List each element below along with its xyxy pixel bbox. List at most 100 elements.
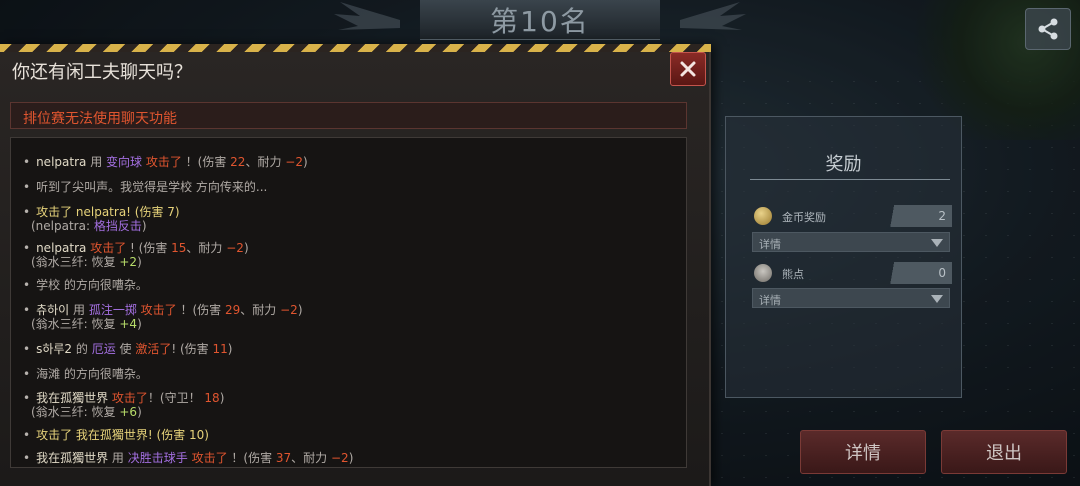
message-segment: 37 <box>275 451 292 465</box>
detail-button[interactable]: 详情 <box>800 430 926 474</box>
message-segment: 攻击了 nelpatra! (伤害 7) <box>36 205 180 219</box>
message-segment: −2 <box>280 303 298 317</box>
bear-reward-row: 熊点 0 <box>754 262 952 286</box>
chat-message: • 听到了尖叫声。我觉得是学校 方向传来的... <box>23 180 267 194</box>
message-segment: −2 <box>226 241 244 255</box>
message-segment: ) <box>141 219 147 233</box>
message-bullet: • <box>23 391 31 405</box>
message-segment: 攻击了 我在孤獨世界! (伤害 10) <box>36 428 209 442</box>
message-segment: ) <box>243 241 249 255</box>
message-segment: 用 <box>86 155 107 169</box>
message-segment: 激活了 <box>135 342 172 356</box>
chat-log[interactable]: • nelpatra 用 变向球 攻击了 ！(伤害 22、耐力 −2) • 听到了尖叫… <box>10 137 687 468</box>
message-bullet: • <box>23 241 31 255</box>
message-segment: ) <box>297 303 303 317</box>
rank-title: 第10名 <box>490 4 590 38</box>
message-segment: 22 <box>230 155 246 169</box>
message-bullet: • <box>23 278 31 292</box>
message-segment: −2 <box>331 451 349 465</box>
message-segment: 攻击了 <box>142 155 182 169</box>
message-segment: 18 <box>204 391 220 405</box>
message-segment: 格挡反击 <box>93 219 142 233</box>
message-bullet: • <box>23 342 31 356</box>
chat-notice-text: 排位赛无法使用聊天功能 <box>23 111 177 127</box>
share-icon <box>1038 18 1058 40</box>
message-subline: (翁水三纤: 恢复 +4) <box>23 317 303 331</box>
message-bullet: • <box>23 367 31 381</box>
message-subline: (翁水三纤: 恢复 +6) <box>23 405 224 419</box>
gold-reward-row: 金币奖励 2 <box>754 205 952 229</box>
message-segment: 、耐力 <box>245 155 286 169</box>
message-segment: ) <box>137 255 142 269</box>
message-segment: 攻击了 <box>187 451 228 465</box>
message-bullet: • <box>23 205 31 219</box>
message-bullet: • <box>23 451 31 465</box>
exit-button[interactable]: 退出 <box>941 430 1067 474</box>
message-segment: +2 <box>119 255 138 269</box>
detail-button-label: 详情 <box>845 443 881 464</box>
hazard-stripe <box>0 44 711 52</box>
message-segment: ) <box>137 405 142 419</box>
message-segment: ！(伤害 <box>176 303 225 317</box>
reward-panel: 奖励 金币奖励 2 详情 熊点 0 详情 <box>725 116 962 398</box>
gold-detail-dropdown[interactable]: 详情 <box>752 232 950 252</box>
message-segment: 攻击了 <box>136 303 177 317</box>
message-segment: 厄运 <box>91 342 116 356</box>
gold-detail-label: 详情 <box>759 238 781 251</box>
bear-detail-label: 详情 <box>759 294 781 307</box>
chevron-down-icon <box>931 239 943 247</box>
message-segment: 用 <box>69 303 89 317</box>
message-segment: (翁水三纤: 恢复 <box>31 255 120 269</box>
bear-reward-label: 熊点 <box>782 268 804 281</box>
dialog-title: 你还有闲工夫聊天吗？ <box>12 62 192 83</box>
bear-reward-value: 0 <box>886 262 952 284</box>
message-segment: 听到了尖叫声。我觉得是学校 方向传来的... <box>36 180 268 194</box>
share-button[interactable] <box>1025 8 1071 50</box>
right-wing-ornament <box>680 2 746 30</box>
message-subline: (nelpatra: 格挡反击) <box>23 219 180 233</box>
reward-title: 奖励 <box>825 154 862 175</box>
message-segment: ) <box>219 391 225 405</box>
chat-dialog: 你还有闲工夫聊天吗？ 排位赛无法使用聊天功能 • nelpatra 用 变向球 攻… <box>0 44 711 486</box>
message-segment: ！(守卫！ <box>147 391 205 405</box>
message-segment: s하루2 <box>36 342 73 356</box>
message-segment: 变向球 <box>106 155 143 169</box>
message-segment: ) <box>302 155 308 169</box>
message-segment: −2 <box>285 155 303 169</box>
left-wing-ornament <box>334 2 400 30</box>
bear-detail-dropdown[interactable]: 详情 <box>752 288 950 308</box>
message-segment: 、耐力 <box>240 303 281 317</box>
bear-icon <box>754 264 772 282</box>
message-segment: 决胜击球手 <box>127 451 188 465</box>
chat-message: • nelpatra 攻击了 ! (伤害 15、耐力 −2) (翁水三纤: 恢复 +… <box>23 241 249 269</box>
exit-button-label: 退出 <box>986 443 1022 464</box>
message-segment: 海滩 的方向很嘈杂。 <box>36 367 148 381</box>
reward-divider <box>750 179 950 180</box>
message-segment: 츄하이 <box>36 303 70 317</box>
message-segment: 的 <box>72 342 92 356</box>
message-segment: ！(伤害 <box>181 155 231 169</box>
close-button[interactable] <box>670 52 706 86</box>
chat-message: • 我在孤獨世界 用 决胜击球手 攻击了 ！(伤害 37、耐力 −2) <box>23 451 353 465</box>
message-segment: +4 <box>119 317 138 331</box>
close-icon <box>680 61 696 77</box>
message-segment: ! (伤害 <box>171 342 213 356</box>
message-segment: 学校 的方向很嘈杂。 <box>36 278 148 292</box>
message-segment: 29 <box>225 303 241 317</box>
message-segment: 用 <box>108 451 128 465</box>
message-segment: 孤注一掷 <box>88 303 137 317</box>
message-subline: (翁水三纤: 恢复 +2) <box>23 255 249 269</box>
chat-message: • 攻击了 nelpatra! (伤害 7) (nelpatra: 格挡反击) <box>23 205 180 233</box>
message-segment: (nelpatra: <box>31 219 94 233</box>
message-segment: 15 <box>171 241 187 255</box>
chat-message: • 攻击了 我在孤獨世界! (伤害 10) <box>23 428 209 442</box>
chat-notice-bar: 排位赛无法使用聊天功能 <box>10 102 687 129</box>
message-segment: 我在孤獨世界 <box>36 451 109 465</box>
message-segment: ！(伤害 <box>227 451 276 465</box>
message-segment: 我在孤獨世界 <box>36 391 109 405</box>
message-segment: 使 <box>115 342 136 356</box>
message-segment: +6 <box>119 405 138 419</box>
message-bullet: • <box>23 428 31 442</box>
rank-banner: 第10名 <box>420 0 660 40</box>
chat-message: • 我在孤獨世界 攻击了！(守卫！ 18) (翁水三纤: 恢复 +6) <box>23 391 224 419</box>
